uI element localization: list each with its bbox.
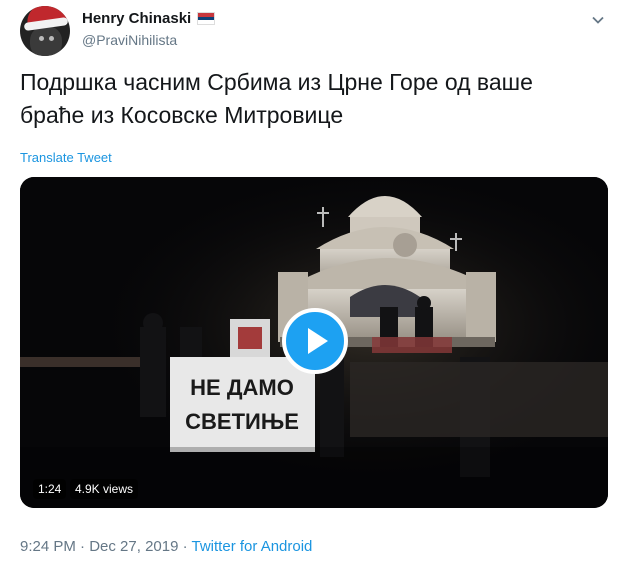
separator: · bbox=[178, 538, 192, 555]
tweet-source-link[interactable]: Twitter for Android bbox=[192, 538, 313, 555]
translate-tweet-link[interactable]: Translate Tweet bbox=[20, 150, 112, 165]
tweet-text: Подршка часним Србима из Црне Горе од ва… bbox=[20, 66, 605, 132]
banner-text: НЕ ДАМО bbox=[190, 375, 294, 400]
serbia-flag-icon bbox=[197, 12, 216, 25]
display-name[interactable]: Henry Chinaski bbox=[82, 10, 191, 27]
chevron-down-icon[interactable] bbox=[590, 12, 606, 28]
protest-banner: НЕ ДАМО СВЕТИЊЕ bbox=[170, 357, 315, 452]
avatar-face bbox=[30, 26, 62, 56]
banner-text: СВЕТИЊЕ bbox=[185, 409, 299, 434]
avatar[interactable] bbox=[20, 6, 70, 56]
tweet-time[interactable]: 9:24 PM bbox=[20, 538, 76, 555]
tweet-text-line: браће из Косовске Митровице bbox=[20, 102, 344, 128]
tweet-text-line: Подршка часним Србима из Црне Горе од ва… bbox=[20, 69, 533, 95]
play-button[interactable] bbox=[282, 308, 348, 374]
tweet-date[interactable]: Dec 27, 2019 bbox=[89, 538, 178, 555]
avatar-eye bbox=[49, 36, 54, 41]
play-icon bbox=[308, 328, 328, 354]
video-duration: 1:24 bbox=[33, 479, 67, 499]
name-row: Henry Chinaski bbox=[82, 10, 216, 27]
tweet-meta: 9:24 PM · Dec 27, 2019 · Twitter for And… bbox=[20, 538, 312, 555]
user-handle[interactable]: @PraviNihilista bbox=[82, 32, 177, 48]
video-views: 4.9K views bbox=[70, 479, 139, 499]
separator: · bbox=[75, 538, 90, 555]
avatar-eye bbox=[39, 36, 44, 41]
